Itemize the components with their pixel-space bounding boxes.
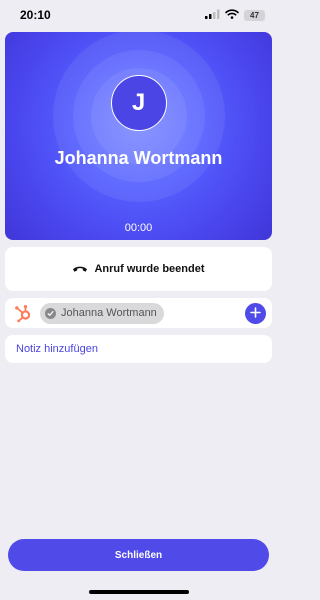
call-card: J Johanna Wortmann 00:00 xyxy=(5,32,272,240)
avatar: J xyxy=(110,75,167,131)
call-timer: 00:00 xyxy=(124,222,153,234)
call-status-text: Anruf wurde beendet xyxy=(94,263,205,275)
caller-name: Johanna Wortmann xyxy=(54,148,223,168)
call-status-card: Anruf wurde beendet xyxy=(5,247,272,291)
add-note-link[interactable]: Notiz hinzufügen xyxy=(16,343,98,355)
home-indicator[interactable] xyxy=(89,590,189,594)
status-icons: 47 xyxy=(205,6,265,24)
plus-icon xyxy=(250,306,261,321)
battery-icon: 47 xyxy=(244,9,265,21)
add-contact-button[interactable] xyxy=(245,302,266,324)
contact-chip-label: Johanna Wortmann xyxy=(61,307,157,319)
add-note-card[interactable]: Notiz hinzufügen xyxy=(5,335,272,363)
crm-contact-card: Johanna Wortmann xyxy=(5,298,272,328)
battery-level: 47 xyxy=(250,10,259,20)
contact-chip[interactable]: Johanna Wortmann xyxy=(40,302,164,324)
close-button-label: Schließen xyxy=(114,549,163,561)
cellular-signal-icon xyxy=(205,6,220,24)
hubspot-icon xyxy=(13,303,33,323)
wifi-icon xyxy=(225,6,239,24)
phone-hangup-icon xyxy=(72,260,88,278)
status-bar: 20:10 47 xyxy=(0,0,277,30)
avatar-initial: J xyxy=(131,89,146,116)
close-button[interactable]: Schließen xyxy=(8,539,269,571)
status-time: 20:10 xyxy=(20,8,51,22)
check-circle-icon xyxy=(45,307,56,319)
